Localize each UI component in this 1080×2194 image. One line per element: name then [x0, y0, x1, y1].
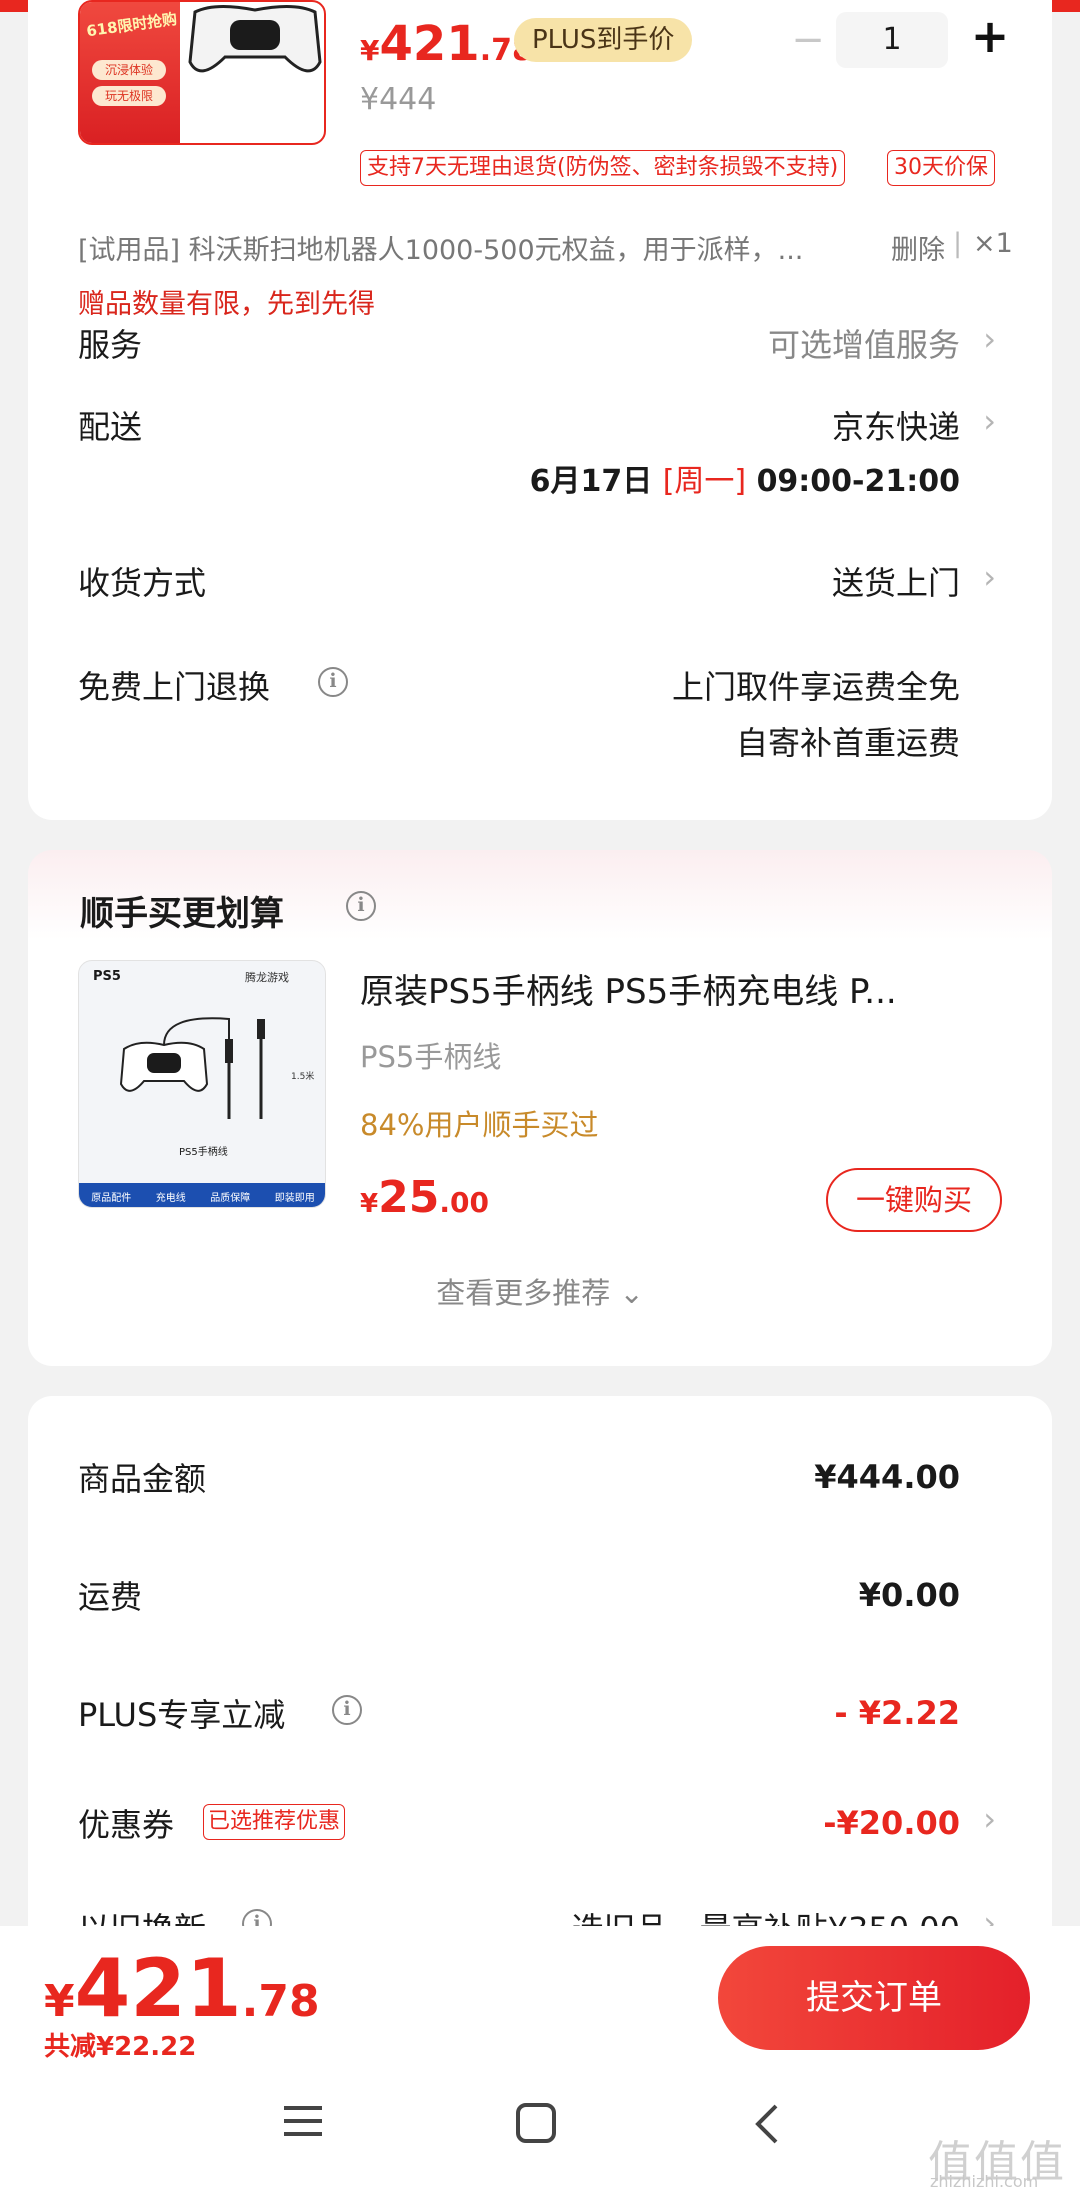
total-price: ¥421.78: [44, 1942, 320, 2035]
info-icon[interactable]: i: [318, 667, 348, 697]
chevron-right-icon[interactable]: ›: [983, 320, 996, 358]
see-more-label: 查看更多推荐: [436, 1276, 611, 1310]
quantity-input[interactable]: 1: [836, 12, 948, 68]
controller-image: [188, 5, 322, 73]
home-icon[interactable]: [515, 2102, 557, 2148]
info-icon[interactable]: i: [332, 1695, 362, 1725]
divider: |: [953, 228, 963, 259]
watermark-url: zhizhizhi.com: [930, 2172, 1039, 2191]
trial-delete-link[interactable]: 删除: [891, 228, 945, 267]
one-click-buy-button[interactable]: 一键购买: [826, 1168, 1002, 1232]
delivery-time[interactable]: 6月17日 [周一] 09:00-21:00: [530, 456, 960, 500]
chevron-right-icon[interactable]: ›: [983, 402, 996, 440]
product-image[interactable]: 618限时抢购 沉浸体验 玩无极限: [78, 0, 326, 145]
delivery-label: 配送: [78, 408, 143, 446]
back-icon[interactable]: [752, 2102, 782, 2150]
free-return-value: 自寄补首重运费: [735, 724, 960, 762]
info-icon[interactable]: i: [346, 891, 376, 921]
delivery-hours: 09:00-21:00: [756, 464, 960, 499]
see-more-recommend[interactable]: 查看更多推荐 ⌄: [28, 1270, 1052, 1312]
quantity-increase-button[interactable]: +: [966, 10, 1014, 66]
order-product-card: 618限时抢购 沉浸体验 玩无极限 ¥421.78 PLUS到手价 ¥444 −…: [28, 0, 1052, 820]
footer-item: 即装即用: [274, 1192, 315, 1204]
delivery-value[interactable]: 京东快递: [832, 402, 960, 448]
return-policy-tag: 支持7天无理由退货(防伪签、密封条损毁不支持): [360, 150, 846, 186]
product-price: ¥421.78: [360, 16, 533, 72]
trial-quantity: ×1: [973, 228, 1013, 259]
footer-item: 充电线: [155, 1192, 186, 1204]
plus-price-badge: PLUS到手价: [514, 18, 693, 62]
price-summary-card: 商品金额 ¥444.00 运费 ¥0.00 PLUS专享立减 i - ¥2.22…: [28, 1396, 1052, 1956]
goods-amount-value: ¥444.00: [814, 1458, 960, 1496]
delivery-date: 6月17日: [529, 464, 653, 499]
checkout-bar: ¥421.78 共减¥22.22 提交订单: [0, 1926, 1080, 2194]
shipping-value: ¥0.00: [858, 1576, 960, 1614]
delivery-weekday: [周一]: [662, 464, 747, 499]
free-return-label: 免费上门退换: [78, 668, 271, 706]
gift-notice: 赠品数量有限，先到先得: [78, 289, 375, 320]
shipping-label: 运费: [78, 1578, 143, 1616]
total-saved: 共减¥22.22: [44, 2032, 197, 2062]
receive-method-label: 收货方式: [78, 564, 207, 602]
recommend-item-stat: 84%用户顺手买过: [360, 1108, 599, 1142]
promo-label: 618限时抢购: [85, 9, 179, 41]
chevron-right-icon[interactable]: ›: [983, 1800, 996, 1838]
footer-item: 原品配件: [91, 1192, 132, 1204]
recommend-item-subtitle: PS5手柄线: [360, 1040, 502, 1074]
coupon-value[interactable]: -¥20.00: [823, 1804, 960, 1842]
quantity-decrease-button[interactable]: −: [788, 20, 828, 62]
image-footer: 原品配件 充电线 品质保障 即装即用: [79, 1183, 325, 1207]
controller-cable-image: [119, 1017, 265, 1119]
plus-discount-value: - ¥2.22: [834, 1694, 960, 1732]
plus-discount-label: PLUS专享立减: [78, 1696, 286, 1734]
recommend-item-title[interactable]: 原装PS5手柄线 PS5手柄充电线 P...: [360, 964, 1000, 1013]
recommend-item-price: ¥25.00: [360, 1172, 489, 1223]
image-caption: PS5手柄线: [179, 1147, 228, 1158]
free-return-value: 上门取件享运费全免: [671, 668, 960, 706]
footer-item: 品质保障: [210, 1192, 251, 1204]
recommend-card: 顺手买更划算 i PS5 腾龙游戏 1.5米 PS5手柄线 原品配件 充电线 品…: [28, 850, 1052, 1366]
ps5-logo: PS5: [93, 969, 121, 984]
chevron-down-icon: ⌄: [619, 1276, 644, 1310]
service-value[interactable]: 可选增值服务: [768, 320, 960, 366]
cable-length: 1.5米: [291, 1072, 315, 1082]
promo-tag: 玩无极限: [92, 86, 166, 106]
recommend-title: 顺手买更划算: [80, 894, 284, 934]
coupon-label: 优惠券: [78, 1806, 175, 1844]
original-price: ¥444: [360, 82, 437, 117]
submit-order-button[interactable]: 提交订单: [718, 1946, 1030, 2050]
coupon-tag: 已选推荐优惠: [203, 1804, 346, 1840]
trial-item-text: [试用品] 科沃斯扫地机器人1000-500元权益，用于派样，...: [78, 235, 804, 266]
promo-tag: 沉浸体验: [92, 60, 166, 80]
brand-logo: 腾龙游戏: [245, 971, 289, 984]
service-label: 服务: [78, 326, 143, 364]
menu-icon[interactable]: [282, 2102, 324, 2144]
price-protect-tag: 30天价保: [887, 150, 995, 186]
chevron-right-icon[interactable]: ›: [983, 558, 996, 596]
recommend-product-image[interactable]: PS5 腾龙游戏 1.5米 PS5手柄线 原品配件 充电线 品质保障 即装即用: [78, 960, 326, 1208]
receive-method-value[interactable]: 送货上门: [832, 558, 960, 604]
goods-amount-label: 商品金额: [78, 1460, 207, 1498]
